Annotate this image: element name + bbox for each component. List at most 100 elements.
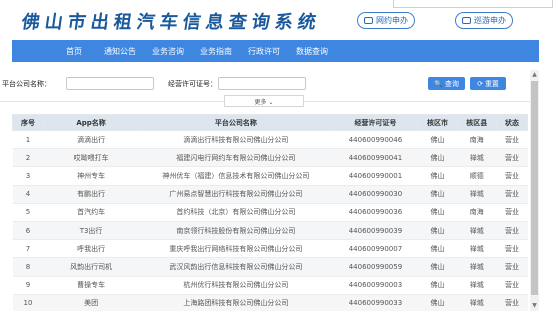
cell-company: 武汉风韵出行信息科技有限公司佛山分公司 — [138, 257, 334, 277]
cell-permit: 440600990039 — [333, 221, 418, 241]
cell-index: 9 — [12, 276, 44, 295]
cell-permit: 440600990059 — [333, 257, 418, 277]
online-apply-label: 网约申办 — [376, 16, 408, 25]
cell-company: 杭州优行科技有限公司佛山分公司 — [138, 276, 334, 295]
cell-index: 3 — [12, 166, 44, 186]
table-row[interactable]: 9 曹操专车 杭州优行科技有限公司佛山分公司 440600990003 佛山 禅城 营业 — [12, 276, 528, 295]
nav-consult[interactable]: 业务咨询 — [152, 46, 184, 57]
cell-county: 禅城 — [457, 257, 497, 277]
cell-county: 南海 — [457, 130, 497, 150]
cell-status: 营业 — [496, 276, 528, 295]
permit-number-input[interactable] — [218, 77, 306, 90]
cell-status: 营业 — [496, 239, 528, 259]
cell-permit: 440600990030 — [333, 185, 418, 204]
cell-app-name: 哎呦喂打车 — [43, 148, 139, 168]
cell-index: 10 — [12, 294, 44, 311]
cell-city: 佛山 — [417, 276, 458, 295]
cell-index: 5 — [12, 203, 44, 222]
cell-app-name: 神州专车 — [43, 166, 139, 186]
cell-company: 滴滴出行科技有限公司佛山分公司 — [138, 130, 334, 150]
online-apply-button[interactable]: 网约申办 — [357, 12, 415, 29]
reset-button[interactable]: ⟳ 重置 — [470, 77, 506, 90]
col-header-company: 平台公司名称 — [138, 114, 334, 131]
cell-permit: 440600990036 — [333, 203, 418, 222]
permit-number-label: 经营许可证号： — [168, 80, 217, 88]
cell-app-name: 有鹏出行 — [43, 185, 139, 204]
reset-button-label: 重置 — [484, 79, 499, 88]
cell-permit: 440600990046 — [333, 130, 418, 150]
cell-permit: 440600990003 — [333, 276, 418, 295]
cell-permit: 440600990007 — [333, 239, 418, 259]
cell-index: 6 — [12, 221, 44, 241]
cell-county: 禅城 — [457, 294, 497, 311]
chat-icon — [462, 17, 471, 24]
table-row[interactable]: 4 有鹏出行 广州易点智慧出行科技有限公司佛山分公司 440600990030 佛山 禅城… — [12, 185, 528, 204]
scrollbar-thumb[interactable] — [531, 81, 538, 295]
cell-company: 神州优车（福建）信息技术有限公司佛山分公司 — [138, 166, 334, 186]
cell-permit: 440600990041 — [333, 148, 418, 168]
table-row[interactable]: 5 首汽约车 首约科技（北京）有限公司佛山分公司 440600990036 佛山 南海 营业 — [12, 203, 528, 222]
table-row[interactable]: 1 滴滴出行 滴滴出行科技有限公司佛山分公司 440600990046 佛山 南海 营业 — [12, 130, 528, 150]
cell-permit: 440600990001 — [333, 166, 418, 186]
cruise-apply-button[interactable]: 巡游申办 — [455, 12, 513, 29]
top-dropdown-edge — [393, 0, 553, 8]
query-button-label: 查询 — [444, 79, 459, 88]
cell-city: 佛山 — [417, 148, 458, 168]
scroll-down-arrow-icon[interactable]: ▼ — [530, 301, 539, 310]
cell-status: 营业 — [496, 221, 528, 241]
nav-license[interactable]: 行政许可 — [248, 46, 280, 57]
table-row[interactable]: 6 T3出行 南京领行科技股份有限公司佛山分公司 440600990039 佛山 禅城 营业 — [12, 221, 528, 241]
cell-company: 广州易点智慧出行科技有限公司佛山分公司 — [138, 185, 334, 204]
cell-status: 营业 — [496, 203, 528, 222]
nav-guide[interactable]: 业务指南 — [200, 46, 232, 57]
cell-app-name: 呼我出行 — [43, 239, 139, 259]
col-header-status: 状态 — [495, 114, 529, 131]
site-title: 佛山市出租汽车信息查询系统 — [20, 12, 323, 33]
cell-status: 营业 — [496, 257, 528, 277]
cell-county: 禅城 — [457, 221, 497, 241]
table-header-row: 序号 App名称 平台公司名称 经营许可证号 核区市 核区县 状态 — [11, 114, 529, 131]
cell-city: 佛山 — [417, 221, 458, 241]
cell-city: 佛山 — [417, 294, 458, 311]
nav-notices[interactable]: 通知公告 — [104, 46, 136, 57]
company-name-label: 平台公司名称： — [2, 80, 51, 88]
cell-app-name: 滴滴出行 — [43, 130, 139, 150]
nav-home[interactable]: 首页 — [66, 46, 82, 57]
cell-app-name: 曹操专车 — [43, 276, 139, 295]
table-row[interactable]: 3 神州专车 神州优车（福建）信息技术有限公司佛山分公司 440600990001 佛山… — [12, 166, 528, 186]
table-body: 1 滴滴出行 滴滴出行科技有限公司佛山分公司 440600990046 佛山 南海 营业 2 哎… — [12, 130, 528, 311]
cell-index: 7 — [12, 239, 44, 259]
cell-permit: 440600990033 — [333, 294, 418, 311]
col-header-permit: 经营许可证号 — [332, 114, 419, 131]
cell-app-name: 美团 — [43, 294, 139, 311]
cell-city: 佛山 — [417, 185, 458, 204]
table-row[interactable]: 8 风韵出行司机 武汉风韵出行信息科技有限公司佛山分公司 440600990059 佛山… — [12, 257, 528, 277]
col-header-city: 核区市 — [417, 114, 458, 131]
results-table: 序号 App名称 平台公司名称 经营许可证号 核区市 核区县 状态 1 滴滴出行滴… — [11, 114, 529, 311]
more-toggle[interactable]: 更多 ⌄ — [224, 95, 304, 107]
scroll-up-arrow-icon[interactable]: ▲ — [530, 70, 539, 79]
cell-city: 佛山 — [417, 203, 458, 222]
cell-status: 营业 — [496, 166, 528, 186]
cell-city: 佛山 — [417, 257, 458, 277]
cell-company: 上海路团科技有限公司佛山分公司 — [138, 294, 334, 311]
table-row[interactable]: 10 美团 上海路团科技有限公司佛山分公司 440600990033 佛山 禅城 营业 — [12, 294, 528, 311]
cell-status: 营业 — [496, 294, 528, 311]
nav-data-query[interactable]: 数据查询 — [296, 46, 328, 57]
cell-city: 佛山 — [417, 130, 458, 150]
company-name-input[interactable] — [66, 77, 154, 90]
table-row[interactable]: 7 呼我出行 重庆呼我出行网络科技有限公司佛山分公司 440600990007 佛山 禅城… — [12, 239, 528, 259]
cell-county: 禅城 — [457, 148, 497, 168]
cell-status: 营业 — [496, 148, 528, 168]
cell-index: 4 — [12, 185, 44, 204]
cell-company: 福建闪电行网约车有限公司佛山分公司 — [138, 148, 334, 168]
col-header-index: 序号 — [11, 114, 45, 131]
table-row[interactable]: 2 哎呦喂打车 福建闪电行网约车有限公司佛山分公司 440600990041 佛山 禅城营… — [12, 148, 528, 168]
cell-company: 首约科技（北京）有限公司佛山分公司 — [138, 203, 334, 222]
query-button[interactable]: 🔍 查询 — [428, 77, 465, 90]
col-header-app-name: App名称 — [43, 114, 140, 131]
chat-icon — [364, 17, 373, 24]
cruise-apply-label: 巡游申办 — [474, 16, 506, 25]
cell-app-name: T3出行 — [43, 221, 139, 241]
cell-county: 南海 — [457, 203, 497, 222]
